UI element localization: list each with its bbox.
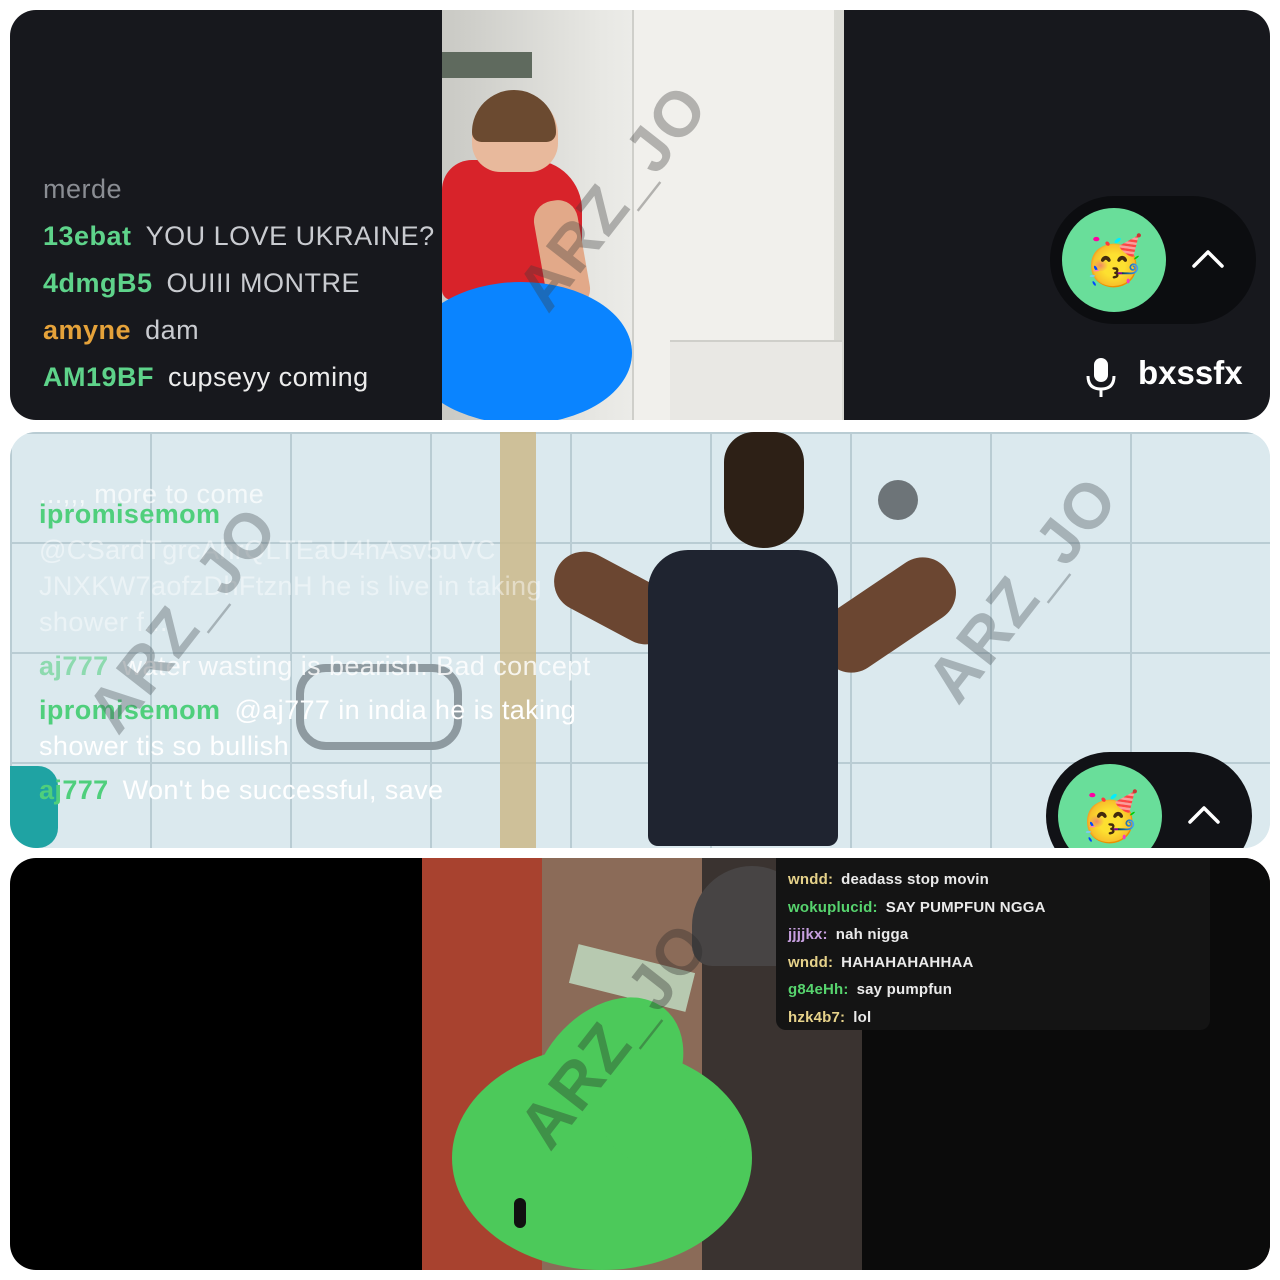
- chat-message: jjjjkx: nah nigga: [788, 921, 1046, 949]
- chat-message: AM19BF cupseyy coming: [43, 354, 435, 401]
- chat-username[interactable]: 4dmgB5: [43, 268, 153, 298]
- reaction-pill: 🥳: [1046, 752, 1252, 848]
- person-hair: [472, 90, 556, 142]
- chat-username[interactable]: 13ebat: [43, 221, 132, 251]
- chat-username[interactable]: jjjjkx:: [788, 926, 828, 943]
- chat-message: wndd: deadass stop movin: [788, 866, 1046, 894]
- chat-username[interactable]: wndd:: [788, 954, 833, 971]
- chat-message: g84eHh: say pumpfun: [788, 976, 1046, 1004]
- chevron-up-icon[interactable]: [1184, 796, 1224, 836]
- shower-knob: [878, 480, 918, 520]
- chat-username[interactable]: amyne: [43, 315, 131, 345]
- chat-text: YOU LOVE UKRAINE?: [145, 221, 435, 251]
- reaction-pill: 🥳: [1050, 196, 1256, 324]
- chat-message: wokuplucid: SAY PUMPFUN NGGA: [788, 894, 1046, 922]
- chat-text: cupseyy coming: [168, 362, 369, 392]
- stream-panel-2: ...,,, more to come ipromisemom @CSardTg…: [10, 432, 1270, 848]
- streamer-name[interactable]: bxssfx: [1138, 354, 1243, 392]
- shelf: [442, 52, 532, 78]
- chat-message: hzk4b7: lol: [788, 1004, 1046, 1032]
- chat-message: amyne dam: [43, 307, 435, 354]
- cabinet-lower: [670, 340, 842, 420]
- dark-mark: [514, 1198, 526, 1228]
- chat-feed: merde 13ebat YOU LOVE UKRAINE? 4dmgB5 OUII…: [43, 166, 435, 401]
- chat-text: OUIII MONTRE: [166, 268, 361, 298]
- chat-message: 13ebat YOU LOVE UKRAINE?: [43, 213, 435, 260]
- chat-text: @CSardTgrcAhrQLTEaU4hAsv5uVC JNXKW7aofzD…: [39, 535, 542, 637]
- chat-feed: wndd: deadass stop movin wokuplucid: SAY P…: [788, 866, 1046, 1031]
- chat-text: HAHAHAHAHHAA: [841, 953, 974, 971]
- chat-username[interactable]: hzk4b7:: [788, 1009, 845, 1026]
- chat-username[interactable]: aj777: [39, 775, 109, 805]
- chat-text: lol: [853, 1008, 872, 1026]
- microphone-icon: [1086, 358, 1116, 397]
- chat-message: aj777 Won't be successful, save: [39, 772, 599, 808]
- chat-message: ipromisemom @CSardTgrcAhrQLTEaU4hAsv5uVC…: [39, 496, 599, 640]
- chat-text: deadass stop movin: [841, 871, 989, 888]
- chat-text: SAY PUMPFUN NGGA: [885, 898, 1046, 916]
- chat-username[interactable]: wokuplucid:: [788, 899, 878, 916]
- chat-text: nah nigga: [835, 926, 909, 943]
- chat-text: Won't be successful, save: [122, 775, 444, 805]
- chat-message: 4dmgB5 OUIII MONTRE: [43, 260, 435, 307]
- chat-username[interactable]: wndd:: [788, 871, 833, 888]
- stream-panel-3: ARZ_JO wndd: deadass stop movin wokupluci…: [10, 858, 1270, 1270]
- party-face-icon[interactable]: 🥳: [1058, 764, 1162, 848]
- person-body: [648, 550, 838, 846]
- chat-text: say pumpfun: [856, 981, 953, 998]
- chat-text: merde: [43, 174, 123, 204]
- stream-panel-1: merde 13ebat YOU LOVE UKRAINE? 4dmgB5 OUII…: [10, 10, 1270, 420]
- party-face-icon[interactable]: 🥳: [1062, 208, 1166, 312]
- chevron-up-icon[interactable]: [1188, 240, 1228, 280]
- chat-username[interactable]: g84eHh:: [788, 981, 849, 998]
- chat-message: wndd: HAHAHAHAHHAA: [788, 949, 1046, 977]
- chat-message: merde: [43, 166, 435, 213]
- person-head: [724, 432, 804, 548]
- chat-username[interactable]: AM19BF: [43, 362, 154, 392]
- chat-text: dam: [145, 315, 200, 345]
